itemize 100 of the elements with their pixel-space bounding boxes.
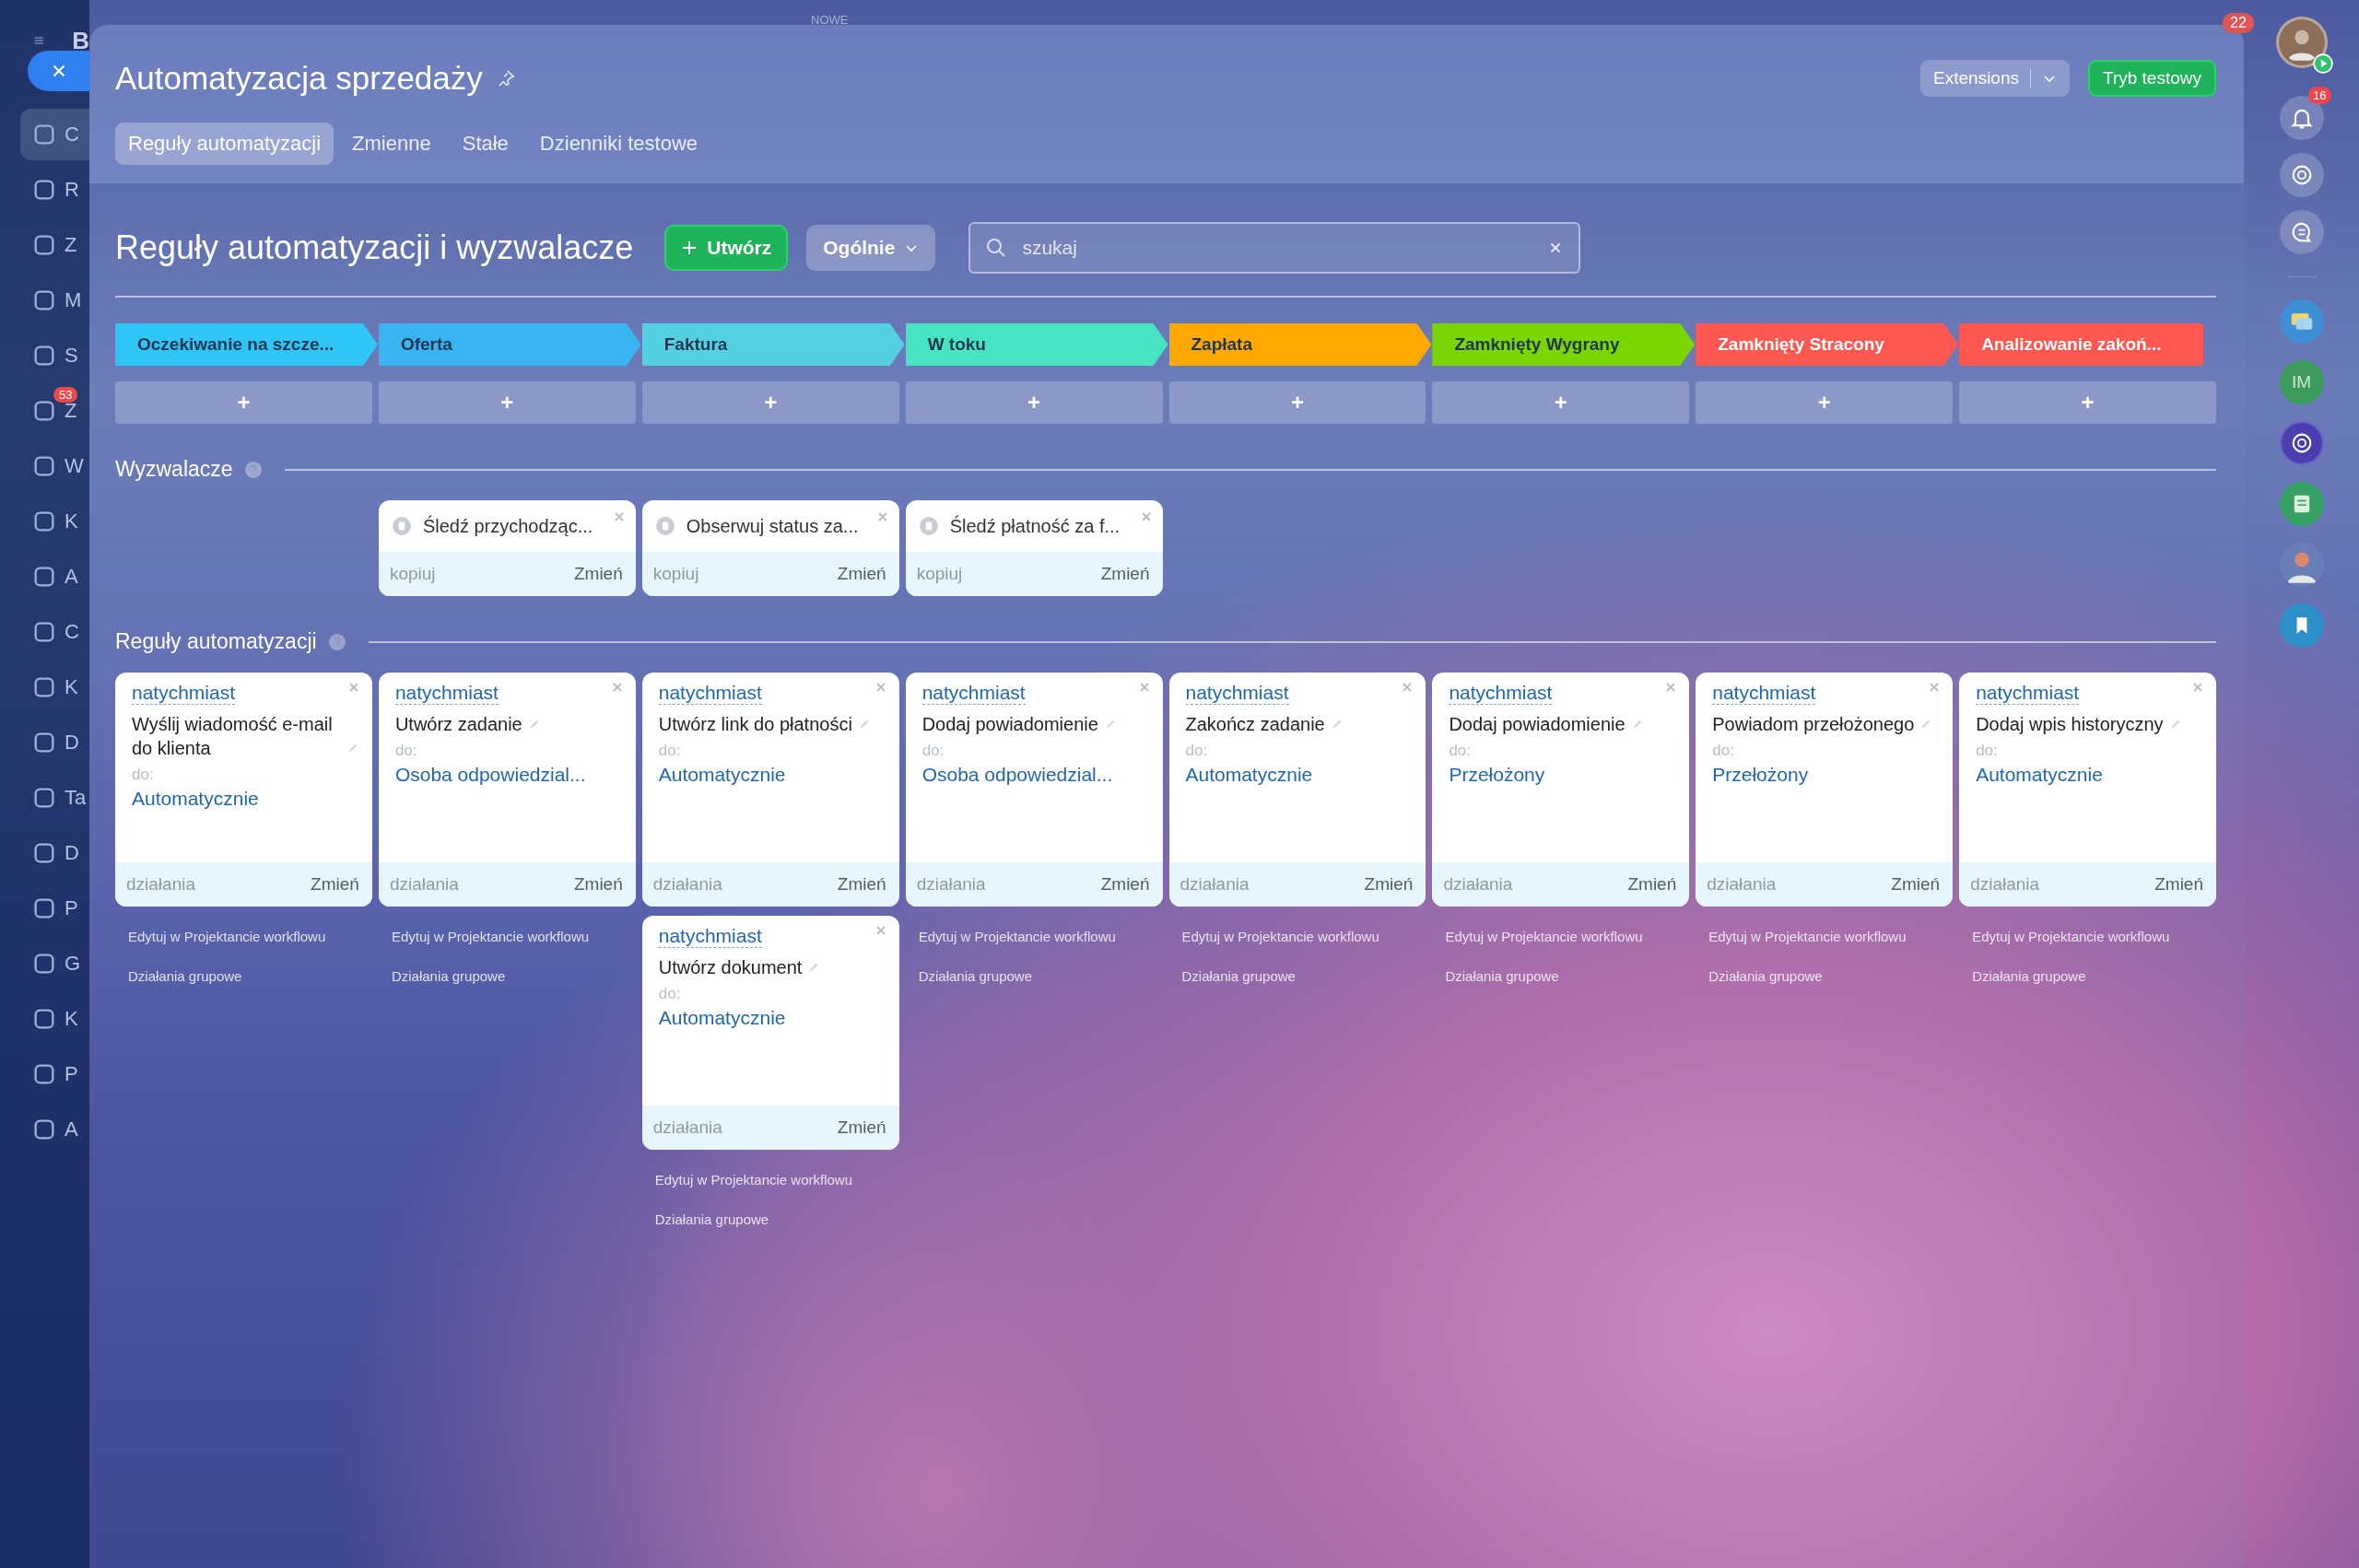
sidebar-item[interactable]: G xyxy=(20,938,89,989)
change-link[interactable]: Zmień xyxy=(1364,874,1414,895)
workflow-link[interactable]: Działania grupowe xyxy=(1696,957,1954,997)
trigger-card[interactable]: Obserwuj status za... kopiuj Zmień xyxy=(641,500,899,596)
workflow-link[interactable]: Edytuj w Projektancie workflowu xyxy=(1432,916,1690,957)
timing-link[interactable]: natychmiast xyxy=(658,925,762,948)
timing-link[interactable]: natychmiast xyxy=(1976,682,2080,705)
help-icon[interactable] xyxy=(327,632,346,651)
change-link[interactable]: Zmień xyxy=(837,1117,886,1138)
search-field[interactable]: szukaj xyxy=(968,222,1581,274)
change-link[interactable]: Zmień xyxy=(1627,874,1677,895)
recipient-link[interactable]: Automatycznie xyxy=(658,764,786,786)
close-icon[interactable] xyxy=(1929,682,1941,693)
workflow-link[interactable]: Działania grupowe xyxy=(905,957,1163,997)
sidebar-item[interactable]: P xyxy=(20,1048,89,1100)
change-link[interactable]: Zmień xyxy=(1100,564,1150,584)
change-link[interactable]: Zmień xyxy=(837,564,886,584)
timing-link[interactable]: natychmiast xyxy=(1449,682,1553,705)
workflow-link[interactable]: Edytuj w Projektancie workflowu xyxy=(115,916,372,957)
close-icon[interactable] xyxy=(1665,682,1677,693)
change-link[interactable]: Zmień xyxy=(311,874,359,895)
sidebar-item[interactable]: Ta xyxy=(20,772,89,824)
sidebar-item[interactable]: S xyxy=(20,330,89,381)
rule-card[interactable]: natychmiast Dodaj wpis historyczny do: Automatycznie działania Zmień xyxy=(1959,673,2216,907)
sidebar-item[interactable]: D xyxy=(20,717,89,768)
close-icon[interactable] xyxy=(613,511,625,522)
sidebar-item[interactable]: A xyxy=(20,551,89,603)
workflow-link[interactable]: Edytuj w Projektancie workflowu xyxy=(1959,916,2216,957)
tab[interactable]: Stałe xyxy=(449,123,522,165)
timing-link[interactable]: natychmiast xyxy=(1712,682,1816,705)
rule-card[interactable]: natychmiast Utwórz link do płatności do: Automatycznie działania Zmień xyxy=(641,673,899,907)
change-link[interactable]: Zmień xyxy=(573,564,623,584)
sidebar-item[interactable]: W xyxy=(20,440,89,492)
rule-card[interactable]: natychmiast Powiadom przełożonego do: Przełożony działania Zmień xyxy=(1696,673,1954,907)
trigger-card[interactable]: Śledź płatność za f... kopiuj Zmień xyxy=(905,500,1163,596)
sidebar-item[interactable]: K xyxy=(20,661,89,713)
chat-bubble-icon[interactable] xyxy=(2279,299,2324,344)
recipient-link[interactable]: Automatycznie xyxy=(132,788,259,810)
timing-link[interactable]: natychmiast xyxy=(1185,682,1289,705)
sidebar-item[interactable]: D xyxy=(20,827,89,879)
filter-button[interactable]: Ogólnie xyxy=(806,225,936,271)
rule-card[interactable]: natychmiast Dodaj powiadomienie do: Osoba odpowiedzial... działania Zmień xyxy=(905,673,1163,907)
change-link[interactable]: Zmień xyxy=(573,874,623,895)
chat-icon[interactable] xyxy=(2279,210,2324,254)
close-button[interactable] xyxy=(28,51,90,91)
tab[interactable]: Dzienniki testowe xyxy=(526,123,711,165)
recipient-link[interactable]: Osoba odpowiedzial... xyxy=(921,764,1113,786)
trigger-card[interactable]: Śledź przychodząc... kopiuj Zmień xyxy=(378,500,636,596)
close-icon[interactable] xyxy=(347,682,359,693)
help-icon[interactable] xyxy=(243,460,263,479)
sidebar-item[interactable]: Z xyxy=(20,219,89,271)
recipient-link[interactable]: Osoba odpowiedzial... xyxy=(394,764,586,786)
rule-card[interactable]: natychmiast Zakończ zadanie do: Automatycznie działania Zmień xyxy=(1168,673,1426,907)
recipient-link[interactable]: Automatycznie xyxy=(658,1007,786,1029)
rule-card[interactable]: natychmiast Wyślij wiadomość e-mail do klienta do: Automatycznie działania Zmień xyxy=(115,673,372,907)
close-icon[interactable] xyxy=(1138,682,1150,693)
close-icon[interactable] xyxy=(874,925,886,936)
workflow-link[interactable]: Działania grupowe xyxy=(1168,957,1426,997)
timing-link[interactable]: natychmiast xyxy=(921,682,1026,705)
workflow-link[interactable]: Działania grupowe xyxy=(115,957,372,997)
bookmark-icon[interactable] xyxy=(2279,603,2324,648)
timing-link[interactable]: natychmiast xyxy=(132,682,236,705)
workflow-link[interactable]: Edytuj w Projektancie workflowu xyxy=(1168,916,1426,957)
sidebar-item[interactable]: K xyxy=(20,993,89,1045)
change-link[interactable]: Zmień xyxy=(837,874,886,895)
close-icon[interactable] xyxy=(1402,682,1414,693)
recipient-link[interactable]: Przełożony xyxy=(1449,764,1545,786)
rule-card[interactable]: natychmiast Utwórz dokument do: Automatycznie działania Zmień xyxy=(641,916,899,1150)
close-icon[interactable] xyxy=(876,511,888,522)
sidebar-item[interactable]: M xyxy=(20,275,89,326)
recipient-link[interactable]: Automatycznie xyxy=(1976,764,2103,786)
change-link[interactable]: Zmień xyxy=(2154,874,2203,895)
timing-link[interactable]: natychmiast xyxy=(658,682,762,705)
sidebar-item[interactable]: R xyxy=(20,164,89,216)
sidebar-item[interactable]: K xyxy=(20,496,89,547)
workflow-link[interactable]: Edytuj w Projektancie workflowu xyxy=(1696,916,1954,957)
spiral-icon[interactable] xyxy=(2279,153,2324,197)
change-link[interactable]: Zmień xyxy=(1100,874,1150,895)
change-link[interactable]: Zmień xyxy=(1891,874,1941,895)
spiral-icon[interactable] xyxy=(2279,421,2324,465)
tab[interactable]: Zmienne xyxy=(339,123,444,165)
sidebar-item[interactable]: C xyxy=(20,109,89,160)
close-icon[interactable] xyxy=(874,682,886,693)
workflow-link[interactable]: Edytuj w Projektancie workflowu xyxy=(641,1159,899,1200)
workflow-link[interactable]: Edytuj w Projektancie workflowu xyxy=(378,916,636,957)
sidebar-item[interactable]: A xyxy=(20,1104,89,1155)
workflow-link[interactable]: Działania grupowe xyxy=(641,1200,899,1240)
close-icon[interactable] xyxy=(2192,682,2203,693)
sidebar-item[interactable]: Z 53 xyxy=(20,385,89,437)
close-icon[interactable] xyxy=(1140,511,1152,522)
timing-link[interactable]: natychmiast xyxy=(394,682,499,705)
recipient-link[interactable]: Przełożony xyxy=(1712,764,1809,786)
workflow-link[interactable]: Edytuj w Projektancie workflowu xyxy=(905,916,1163,957)
rule-card[interactable]: natychmiast Dodaj powiadomienie do: Przełożony działania Zmień xyxy=(1432,673,1690,907)
document-icon[interactable] xyxy=(2279,482,2324,526)
workflow-link[interactable]: Działania grupowe xyxy=(1432,957,1690,997)
workflow-link[interactable]: Działania grupowe xyxy=(1959,957,2216,997)
rule-card[interactable]: natychmiast Utwórz zadanie do: Osoba odpowiedzial... działania Zmień xyxy=(378,673,636,907)
recipient-link[interactable]: Automatycznie xyxy=(1185,764,1313,786)
sidebar-item[interactable]: P xyxy=(20,883,89,934)
